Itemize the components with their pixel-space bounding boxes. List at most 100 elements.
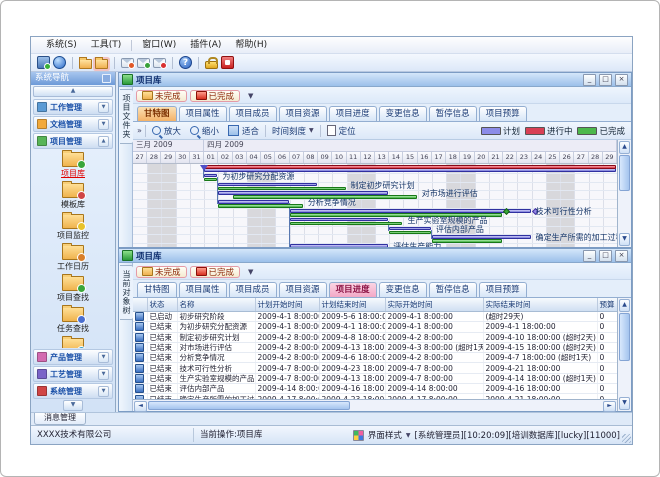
scroll-up-arrow[interactable]: ▲ bbox=[619, 299, 630, 312]
resize-grip[interactable] bbox=[622, 434, 631, 443]
close-button[interactable]: × bbox=[615, 74, 628, 86]
column-header-预算[interactable]: 预算 bbox=[597, 298, 617, 312]
chevron-down-icon[interactable]: ▼ bbox=[406, 432, 411, 439]
sidebar-item-项目监控[interactable]: 项目监控 bbox=[57, 212, 89, 243]
tab-项目属性[interactable]: 项目属性 bbox=[179, 106, 227, 121]
sidebar-group-系统管理[interactable]: 系统管理▼ bbox=[33, 383, 113, 399]
mail-delete-icon[interactable] bbox=[153, 58, 166, 68]
chevron-down-icon[interactable]: ▼ bbox=[98, 369, 109, 380]
tab-变更信息[interactable]: 变更信息 bbox=[379, 106, 427, 121]
folder-save-icon[interactable] bbox=[95, 59, 108, 69]
gantt-bar-summary-active[interactable] bbox=[204, 165, 616, 169]
exit-icon[interactable] bbox=[221, 56, 234, 69]
gantt-vertical-scrollbar[interactable]: ▲ ▼ bbox=[617, 140, 631, 247]
computer-icon[interactable] bbox=[37, 56, 50, 69]
tab-变更信息[interactable]: 变更信息 bbox=[379, 282, 427, 297]
scroll-down-arrow[interactable]: ▼ bbox=[619, 397, 630, 410]
table-row[interactable]: 已启动初步研究阶段2009-4-1 8:00:002009-5-6 18:00:… bbox=[133, 312, 617, 322]
table-horizontal-scrollbar[interactable]: ◄ ► bbox=[133, 399, 617, 411]
zoom-out-button[interactable]: 缩小 bbox=[187, 124, 222, 138]
tab-项目属性[interactable]: 项目属性 bbox=[179, 282, 227, 297]
scroll-up-arrow[interactable]: ▲ bbox=[619, 141, 630, 154]
column-header-计划结束时间[interactable]: 计划结束时间 bbox=[319, 298, 385, 312]
table-row[interactable]: 已结束评估内部产品2009-4-14 8:00:002009-4-16 18:0… bbox=[133, 384, 617, 394]
chevron-up-icon[interactable]: ▲ bbox=[98, 136, 109, 147]
fit-button[interactable]: 适合 bbox=[225, 124, 262, 138]
gantt-bar-plan[interactable] bbox=[218, 191, 388, 195]
tab-暂停信息[interactable]: 暂停信息 bbox=[429, 282, 477, 297]
column-header-icon[interactable] bbox=[133, 298, 147, 312]
column-header-状态[interactable]: 状态 bbox=[147, 298, 177, 312]
object-tree-sidetab[interactable]: 当前对象树 bbox=[120, 265, 134, 320]
gantt-bar-plan[interactable] bbox=[432, 235, 531, 239]
gantt-bar-actual[interactable] bbox=[432, 239, 502, 243]
tab-暂停信息[interactable]: 暂停信息 bbox=[429, 106, 477, 121]
gantt-bar-actual[interactable] bbox=[389, 231, 431, 235]
sidebar-scroll-down-button[interactable]: ▼ bbox=[63, 400, 83, 411]
gantt-bar-actual[interactable] bbox=[204, 178, 217, 182]
gantt-bar-actual[interactable] bbox=[290, 222, 403, 226]
gantt-bar-actual[interactable] bbox=[218, 204, 302, 208]
table-row[interactable]: 已结束为初步研究分配资源2009-4-1 8:00:002009-4-1 18:… bbox=[133, 322, 617, 332]
column-header-计划开始时间[interactable]: 计划开始时间 bbox=[255, 298, 319, 312]
globe-icon[interactable] bbox=[53, 56, 66, 69]
tab-项目成员[interactable]: 项目成员 bbox=[229, 282, 277, 297]
scroll-left-arrow[interactable]: ◄ bbox=[134, 401, 147, 412]
chevron-down-icon[interactable]: ▼ bbox=[98, 119, 109, 130]
chevron-down-icon[interactable]: ▼ bbox=[98, 386, 109, 397]
time-scale-dropdown[interactable]: 时间刻度▼ bbox=[269, 124, 317, 138]
gantt-bar-plan[interactable] bbox=[204, 174, 217, 178]
column-header-实际结束时间[interactable]: 实际结束时间 bbox=[483, 298, 597, 312]
sidebar-group-工作管理[interactable]: 工作管理▼ bbox=[33, 99, 113, 115]
filter-button-未完成[interactable]: 未完成 bbox=[136, 266, 187, 278]
more-options-icon[interactable]: ▼ bbox=[248, 268, 253, 276]
sidebar-group-工艺管理[interactable]: 工艺管理▼ bbox=[33, 366, 113, 382]
sidebar-scroll-up-button[interactable]: ▲ bbox=[33, 86, 113, 97]
lock-icon[interactable] bbox=[205, 61, 218, 69]
column-header-名称[interactable]: 名称 bbox=[177, 298, 255, 312]
table-vertical-scrollbar[interactable]: ▲ ▼ bbox=[617, 298, 631, 411]
menu-item-1[interactable]: 系统(S) bbox=[39, 38, 84, 52]
project-folder-sidetab[interactable]: 项目文件夹 bbox=[120, 89, 134, 144]
filter-button-未完成[interactable]: 未完成 bbox=[136, 90, 187, 102]
chevron-down-icon[interactable]: ▼ bbox=[98, 102, 109, 113]
gantt-bar-plan[interactable] bbox=[218, 183, 317, 187]
sidebar-item-项目库[interactable]: 项目库 bbox=[61, 150, 85, 181]
tab-项目资源[interactable]: 项目资源 bbox=[279, 282, 327, 297]
scroll-thumb[interactable] bbox=[148, 401, 350, 410]
minimize-button[interactable]: _ bbox=[583, 250, 596, 262]
filter-button-已完成[interactable]: 已完成 bbox=[190, 90, 241, 102]
close-button[interactable]: × bbox=[615, 250, 628, 262]
tab-项目预算[interactable]: 项目预算 bbox=[479, 106, 527, 121]
gantt-bar-plan[interactable] bbox=[290, 209, 531, 213]
scroll-thumb[interactable] bbox=[619, 155, 630, 191]
locate-button[interactable]: 定位 bbox=[324, 124, 359, 138]
gantt-bar-plan[interactable] bbox=[389, 227, 431, 231]
sidebar-item-项目查找[interactable]: 项目查找 bbox=[57, 274, 89, 305]
tab-message-management[interactable]: 消息管理 bbox=[34, 413, 86, 425]
mail-audit-icon[interactable] bbox=[137, 58, 150, 68]
sidebar-group-项目管理[interactable]: 项目管理▲ bbox=[33, 133, 113, 149]
sidebar-group-产品管理[interactable]: 产品管理▼ bbox=[33, 349, 113, 365]
gantt-bar-actual[interactable] bbox=[218, 187, 345, 191]
gantt-bar-plan[interactable] bbox=[290, 244, 389, 247]
tab-项目资源[interactable]: 项目资源 bbox=[279, 106, 327, 121]
scroll-right-arrow[interactable]: ► bbox=[603, 401, 616, 412]
zoom-in-button[interactable]: 放大 bbox=[149, 124, 184, 138]
more-options-icon[interactable]: ▼ bbox=[248, 92, 253, 100]
sidebar-item-工作日历[interactable]: 工作日历 bbox=[57, 243, 89, 274]
tab-项目进度[interactable]: 项目进度 bbox=[329, 106, 377, 121]
gantt-bar-plan[interactable] bbox=[290, 218, 389, 222]
filter-button-已完成[interactable]: 已完成 bbox=[190, 266, 241, 278]
interface-style-dropdown[interactable]: 界面样式 bbox=[368, 429, 402, 441]
gantt-body[interactable]: 为初步研究分配资源制定初步研究计划对市场进行评估分析竞争情况技术可行性分析生产实… bbox=[133, 164, 617, 247]
maximize-button[interactable]: □ bbox=[599, 250, 612, 262]
tab-项目进度[interactable]: 项目进度 bbox=[329, 282, 377, 297]
maximize-button[interactable]: □ bbox=[599, 74, 612, 86]
tab-项目成员[interactable]: 项目成员 bbox=[229, 106, 277, 121]
folder-open-icon[interactable] bbox=[79, 59, 92, 69]
tab-甘特图[interactable]: 甘特图 bbox=[137, 106, 177, 121]
menu-item-5[interactable]: 帮助(H) bbox=[228, 38, 274, 52]
table-row[interactable]: 已结束分析竞争情况2009-4-2 8:00:002009-4-6 18:00:… bbox=[133, 353, 617, 363]
sidebar-item-模板库[interactable]: 模板库 bbox=[61, 181, 85, 212]
